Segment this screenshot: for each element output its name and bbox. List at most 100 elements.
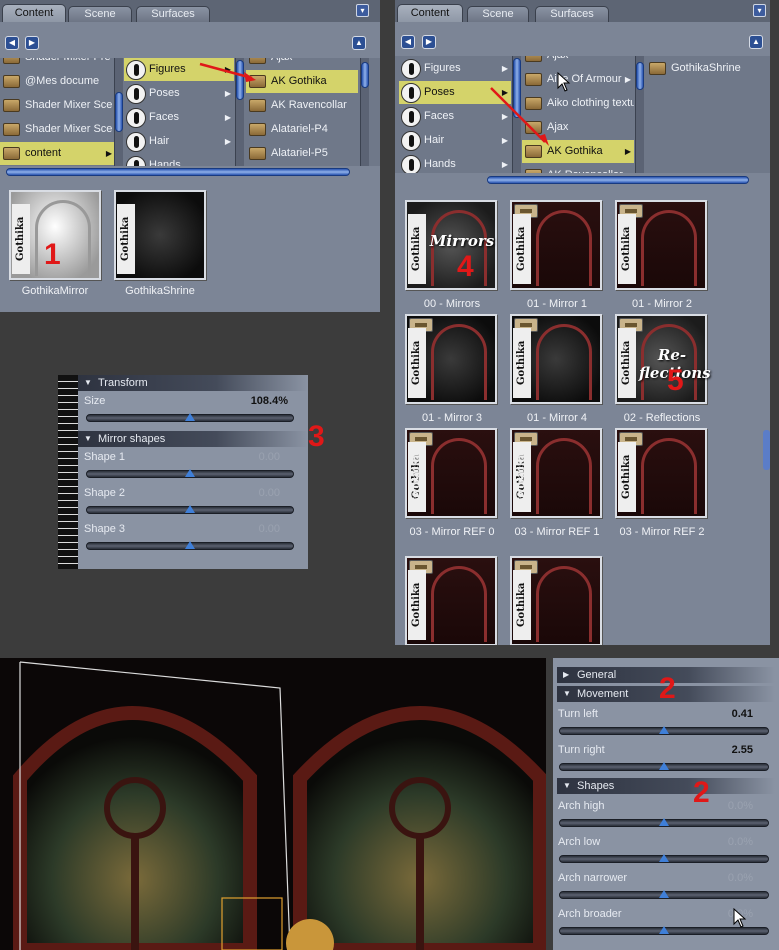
mouse-cursor-icon	[733, 908, 747, 928]
triangle-down-icon: ▼	[563, 689, 571, 698]
param-label: Shape 2	[84, 487, 125, 499]
right-thumb-grid: Gothika Mirrors 00 - Mirrors Gothika 01 - Mi…	[395, 188, 770, 645]
mouse-cursor-icon	[557, 72, 571, 92]
annotation-number: 2	[659, 672, 676, 705]
thumbnail-item[interactable]: Gothika raytracing	[510, 428, 602, 518]
slider-knob[interactable]	[659, 818, 669, 826]
slider-knob[interactable]	[659, 890, 669, 898]
thumb-tag: Gothika	[408, 328, 426, 398]
thumbnail-caption: 03 - Mirror REF 1	[514, 526, 600, 538]
param-slider[interactable]	[559, 818, 769, 827]
thumbnail-item[interactable]: Gothika	[615, 200, 707, 290]
thumbnail-gothika-shrine[interactable]: Gothika	[114, 190, 206, 280]
left-thumb-area: Gothika GothikaMirror Gothika GothikaShr…	[0, 178, 380, 312]
param-label: Arch broader	[558, 908, 622, 920]
annotation-number: 5	[667, 364, 684, 397]
annotation-number: 4	[457, 250, 474, 283]
thumbnail-caption: 01 - Mirror 1	[527, 298, 587, 310]
right-resize-handle[interactable]	[763, 430, 770, 470]
param-slider[interactable]	[86, 413, 294, 422]
param-slider[interactable]	[559, 926, 769, 935]
thumb-tag: Gothika	[618, 442, 636, 512]
param-value[interactable]: 0.0%	[693, 872, 753, 884]
slider-knob[interactable]	[659, 762, 669, 770]
thumbnail-item[interactable]: Gothika Mirrors	[405, 200, 497, 290]
thumbnail-caption: 03 - Mirror REF 2	[619, 526, 705, 538]
thumbnail-caption: 02 - Reflections	[623, 412, 701, 424]
param-value[interactable]: 0.00	[220, 487, 280, 499]
param-slider[interactable]	[86, 469, 294, 478]
triangle-down-icon: ▼	[563, 781, 571, 790]
thumb-tag-secondary: raytracing	[411, 447, 422, 507]
thumbnail-item[interactable]: Gothika	[405, 314, 497, 404]
thumbnail-caption: GothikaMirror	[21, 285, 89, 297]
param-slider[interactable]	[86, 505, 294, 514]
param-label: Turn left	[558, 708, 598, 720]
param-value[interactable]: 0.41	[693, 708, 753, 720]
thumb-tag: Gothika	[408, 214, 426, 284]
thumbnail-item[interactable]: Gothika	[405, 556, 497, 645]
thumb-tag: Gothika	[513, 570, 531, 640]
thumbnail-item[interactable]: Gothika raytracing	[405, 428, 497, 518]
thumbnail-caption: 00 - Mirrors	[423, 298, 481, 310]
param-value[interactable]: 2.55	[693, 744, 753, 756]
param-label: Shape 1	[84, 451, 125, 463]
triangle-right-icon: ▶	[563, 670, 570, 679]
param-slider[interactable]	[559, 726, 769, 735]
thumb-tag: Gothika	[618, 214, 636, 284]
thumbnail-caption: 01 - Mirror 4	[527, 412, 587, 424]
slider-knob[interactable]	[185, 505, 195, 513]
thumbnail-item[interactable]: Gothika	[615, 428, 707, 518]
param-label: Shape 3	[84, 523, 125, 535]
param-label: Size	[84, 395, 106, 407]
slider-knob[interactable]	[185, 469, 195, 477]
section-mirror-shapes[interactable]: ▼ Mirror shapes	[78, 431, 308, 447]
thumb-tag: Gothika	[513, 214, 531, 284]
thumbnail-item[interactable]: Gothika	[510, 556, 602, 645]
param-slider[interactable]	[559, 762, 769, 771]
ruler-strip	[58, 375, 78, 569]
param-slider[interactable]	[86, 541, 294, 550]
red-arrow-annotation	[490, 87, 549, 146]
section-transform[interactable]: ▼ Transform	[78, 375, 308, 391]
param-slider[interactable]	[559, 854, 769, 863]
thumbnail-item[interactable]: Gothika	[510, 314, 602, 404]
parameters-panel: ▶ General ▼ Movement Turn left 0.41 Turn r…	[553, 658, 779, 950]
annotation-number: 1	[44, 238, 61, 271]
slider-knob[interactable]	[659, 926, 669, 934]
param-label: Arch low	[558, 836, 601, 848]
slider-knob[interactable]	[659, 854, 669, 862]
triangle-down-icon: ▼	[84, 434, 92, 443]
thumbnail-caption: 03 - Mirror REF 0	[409, 526, 495, 538]
thumbnail-caption: GothikaShrine	[125, 285, 195, 297]
thumb-title: Mirrors	[429, 232, 495, 250]
thumbnail-item[interactable]: Gothika	[510, 200, 602, 290]
slider-knob[interactable]	[659, 726, 669, 734]
gothic-mirror-render	[0, 658, 546, 950]
section-shapes[interactable]: ▼ Shapes	[557, 778, 775, 794]
annotation-number: 3	[308, 420, 325, 453]
param-label: Turn right	[558, 744, 605, 756]
transform-panel: ▼ Transform Size 108.4% ▼ Mirror shapes Sh…	[58, 375, 308, 569]
thumb-tag-secondary: raytracing	[516, 447, 527, 507]
param-slider[interactable]	[559, 890, 769, 899]
param-value[interactable]: 0.00	[220, 451, 280, 463]
slider-knob[interactable]	[185, 413, 195, 421]
thumbnail-caption: 01 - Mirror 3	[422, 412, 482, 424]
param-value[interactable]: 0.0%	[693, 836, 753, 848]
thumbnail-item[interactable]: Gothika Re- flections	[615, 314, 711, 404]
left-content-browser: Content Scene Surfaces ▾ ◀ ▶ ▲ Shader Mi…	[0, 0, 380, 312]
param-value[interactable]: 0.00	[220, 523, 280, 535]
triangle-down-icon: ▼	[84, 378, 92, 387]
render-viewport[interactable]	[0, 658, 546, 950]
slider-knob[interactable]	[185, 541, 195, 549]
thumb-tag: Gothika	[513, 328, 531, 398]
param-label: Arch narrower	[558, 872, 628, 884]
thumb-tag: Gothika	[408, 570, 426, 640]
param-value[interactable]: 108.4%	[228, 395, 288, 407]
right-content-browser: Content Scene Surfaces ▾ ◀ ▶ ▲ Figures ▶ …	[395, 0, 770, 645]
param-label: Arch high	[558, 800, 605, 812]
thumbnail-caption: 01 - Mirror 2	[632, 298, 692, 310]
thumb-tag: Gothika	[618, 328, 636, 398]
annotation-number: 2	[693, 776, 710, 809]
